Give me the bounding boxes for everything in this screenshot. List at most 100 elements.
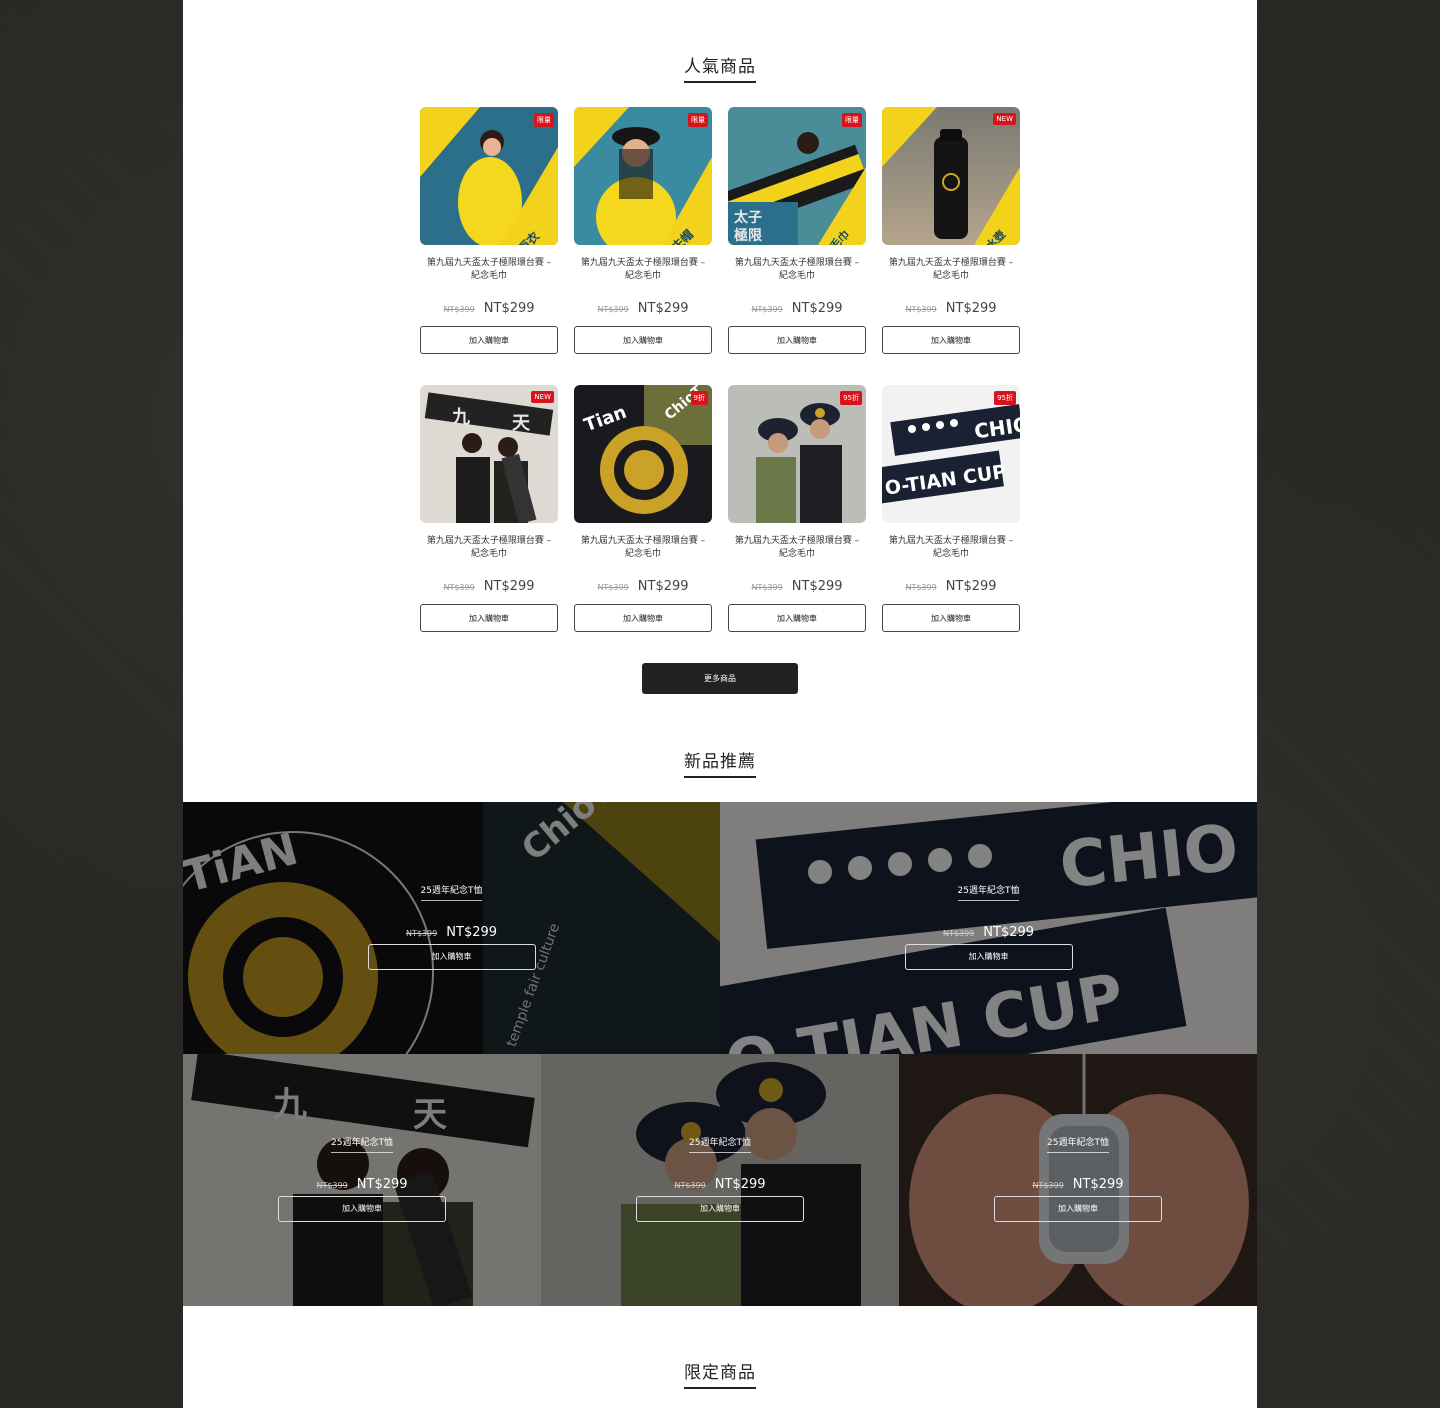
product-card[interactable]: 95折 第九屆九天盃太子極限環台賽 – 紀念毛巾 NT$399 NT$299 加… <box>728 385 866 632</box>
original-price: NT$399 <box>597 583 629 592</box>
badge-limited: 限量 <box>688 113 708 127</box>
original-price: NT$399 <box>316 1181 348 1190</box>
popular-grid-row-1: 輕便雨衣 限量 第九屆九天盃太子極限環台賽 – 紀念毛巾 NT$399 NT$2… <box>420 107 1020 357</box>
product-name: 第九屆九天盃太子極限環台賽 – 紀念毛巾 <box>734 536 860 559</box>
product-name: 第九屆九天盃太子極限環台賽 – 紀念毛巾 <box>734 258 860 281</box>
badge-limited: 限量 <box>842 113 862 127</box>
badge-limited: 限量 <box>534 113 554 127</box>
product-name: 第九屆九天盃太子極限環台賽 – 紀念毛巾 <box>888 536 1014 559</box>
sale-price: NT$299 <box>714 1177 766 1192</box>
new-section-title: 新品推薦 <box>183 747 1257 778</box>
original-price: NT$399 <box>751 305 783 314</box>
featured-title: 25週年紀念T恤 <box>957 883 1020 901</box>
featured-price: NT$399 NT$299 <box>183 921 720 940</box>
badge-new: NEW <box>531 391 554 403</box>
featured-title: 25週年紀念T恤 <box>331 1135 393 1153</box>
featured-price: NT$399 NT$299 <box>541 1173 899 1192</box>
product-image[interactable]: CHIO O-TIAN CUP 95折 <box>882 385 1020 523</box>
original-price: NT$399 <box>674 1181 706 1190</box>
add-to-cart-button[interactable]: 加入購物車 <box>904 944 1073 970</box>
product-card[interactable]: Tian ChioT 9折 第九屆九天盃太子極限環台賽 – 紀念毛巾 NT$39… <box>574 385 712 632</box>
popular-title-text: 人氣商品 <box>684 52 756 83</box>
product-image[interactable]: 太子 極限 運動毛巾 限量 <box>728 107 866 245</box>
featured-tile[interactable]: 九 天 25週年紀念T恤 NT$399 NT$299 加入購物車 <box>183 1054 541 1306</box>
original-price: NT$399 <box>443 305 475 314</box>
featured-tile[interactable]: 25週年紀念T恤 NT$399 NT$299 加入購物車 <box>541 1054 899 1306</box>
limited-section-title: 限定商品 <box>183 1358 1257 1389</box>
sale-price: NT$299 <box>983 925 1035 940</box>
add-to-cart-button[interactable]: 加入購物車 <box>574 326 712 354</box>
product-card[interactable]: 太子 極限 運動毛巾 限量 第九屆九天盃太子極限環台賽 – 紀念毛巾 NT$39… <box>728 107 866 354</box>
sale-price: NT$299 <box>637 301 689 316</box>
add-to-cart-button[interactable]: 加入購物車 <box>882 604 1020 632</box>
svg-text:太子: 太子 <box>734 209 762 226</box>
add-to-cart-button[interactable]: 加入購物車 <box>882 326 1020 354</box>
svg-text:極限: 極限 <box>734 227 762 244</box>
limited-title-text: 限定商品 <box>684 1358 756 1389</box>
original-price: NT$399 <box>1032 1181 1064 1190</box>
product-image[interactable]: Tian ChioT 9折 <box>574 385 712 523</box>
svg-text:九: 九 <box>451 407 470 428</box>
featured-tile[interactable]: TiAN ChioT temple fair culture 25週年紀念T恤 … <box>183 802 720 1054</box>
product-name: 第九屆九天盃太子極限環台賽 – 紀念毛巾 <box>426 536 552 559</box>
product-price: NT$399 NT$299 <box>882 297 1020 316</box>
badge-discount: 95折 <box>840 391 862 405</box>
add-to-cart-button[interactable]: 加入購物車 <box>994 1196 1162 1222</box>
product-card[interactable]: 九 天 NEW 第九屆九天盃太子極限環台賽 – 紀念毛巾 NT$399 NT$2… <box>420 385 558 632</box>
sale-price: NT$299 <box>945 579 997 594</box>
product-image[interactable]: 95折 <box>728 385 866 523</box>
featured-price: NT$399 NT$299 <box>183 1173 541 1192</box>
product-card[interactable]: 運動水壺 NEW 第九屆九天盃太子極限環台賽 – 紀念毛巾 NT$399 NT$… <box>882 107 1020 354</box>
featured-tile[interactable]: 25週年紀念T恤 NT$399 NT$299 加入購物車 <box>899 1054 1257 1306</box>
product-price: NT$399 NT$299 <box>728 575 866 594</box>
sale-price: NT$299 <box>791 579 843 594</box>
sale-price: NT$299 <box>637 579 689 594</box>
product-card[interactable]: 漁夫帽 限量 第九屆九天盃太子極限環台賽 – 紀念毛巾 NT$399 NT$29… <box>574 107 712 354</box>
original-price: NT$399 <box>443 583 475 592</box>
featured-tile[interactable]: CHIO O TIAN CUP 25週年紀念T恤 NT$399 NT$299 加… <box>720 802 1257 1054</box>
sale-price: NT$299 <box>446 925 498 940</box>
popular-grid-row-2: 九 天 NEW 第九屆九天盃太子極限環台賽 – 紀念毛巾 NT$399 NT$2… <box>420 385 1020 635</box>
featured-title: 25週年紀念T恤 <box>420 883 483 901</box>
original-price: NT$399 <box>905 583 937 592</box>
original-price: NT$399 <box>405 929 438 938</box>
product-image[interactable]: 漁夫帽 限量 <box>574 107 712 245</box>
product-card[interactable]: 輕便雨衣 限量 第九屆九天盃太子極限環台賽 – 紀念毛巾 NT$399 NT$2… <box>420 107 558 354</box>
new-title-text: 新品推薦 <box>684 747 756 778</box>
badge-discount: 9折 <box>690 391 708 405</box>
sale-price: NT$299 <box>483 579 535 594</box>
sale-price: NT$299 <box>483 301 535 316</box>
sale-price: NT$299 <box>791 301 843 316</box>
badge-new: NEW <box>993 113 1016 125</box>
product-price: NT$399 NT$299 <box>420 575 558 594</box>
add-to-cart-button[interactable]: 加入購物車 <box>636 1196 804 1222</box>
product-price: NT$399 NT$299 <box>882 575 1020 594</box>
product-image[interactable]: 九 天 NEW <box>420 385 558 523</box>
product-price: NT$399 NT$299 <box>728 297 866 316</box>
product-card[interactable]: CHIO O-TIAN CUP 95折 第九屆九天盃太子極限環台賽 – 紀念毛巾… <box>882 385 1020 632</box>
badge-discount: 95折 <box>994 391 1016 405</box>
add-to-cart-button[interactable]: 加入購物車 <box>574 604 712 632</box>
product-name: 第九屆九天盃太子極限環台賽 – 紀念毛巾 <box>426 258 552 281</box>
popular-section-title: 人氣商品 <box>183 52 1257 83</box>
sale-price: NT$299 <box>945 301 997 316</box>
original-price: NT$399 <box>751 583 783 592</box>
original-price: NT$399 <box>597 305 629 314</box>
main-page: 人氣商品 輕便雨衣 限量 第九屆九天盃太子極限環台賽 – 紀念毛巾 NT$399 <box>183 0 1257 1408</box>
product-image[interactable]: 輕便雨衣 限量 <box>420 107 558 245</box>
add-to-cart-button[interactable]: 加入購物車 <box>728 326 866 354</box>
add-to-cart-button[interactable]: 加入購物車 <box>420 326 558 354</box>
featured-title: 25週年紀念T恤 <box>1047 1135 1109 1153</box>
featured-price: NT$399 NT$299 <box>720 921 1257 940</box>
add-to-cart-button[interactable]: 加入購物車 <box>367 944 536 970</box>
product-name: 第九屆九天盃太子極限環台賽 – 紀念毛巾 <box>580 536 706 559</box>
product-image[interactable]: 運動水壺 NEW <box>882 107 1020 245</box>
add-to-cart-button[interactable]: 加入購物車 <box>728 604 866 632</box>
product-name: 第九屆九天盃太子極限環台賽 – 紀念毛巾 <box>580 258 706 281</box>
svg-text:天: 天 <box>512 413 531 434</box>
add-to-cart-button[interactable]: 加入購物車 <box>278 1196 446 1222</box>
product-price: NT$399 NT$299 <box>420 297 558 316</box>
add-to-cart-button[interactable]: 加入購物車 <box>420 604 558 632</box>
product-name: 第九屆九天盃太子極限環台賽 – 紀念毛巾 <box>888 258 1014 281</box>
more-products-button[interactable]: 更多商品 <box>642 663 798 694</box>
